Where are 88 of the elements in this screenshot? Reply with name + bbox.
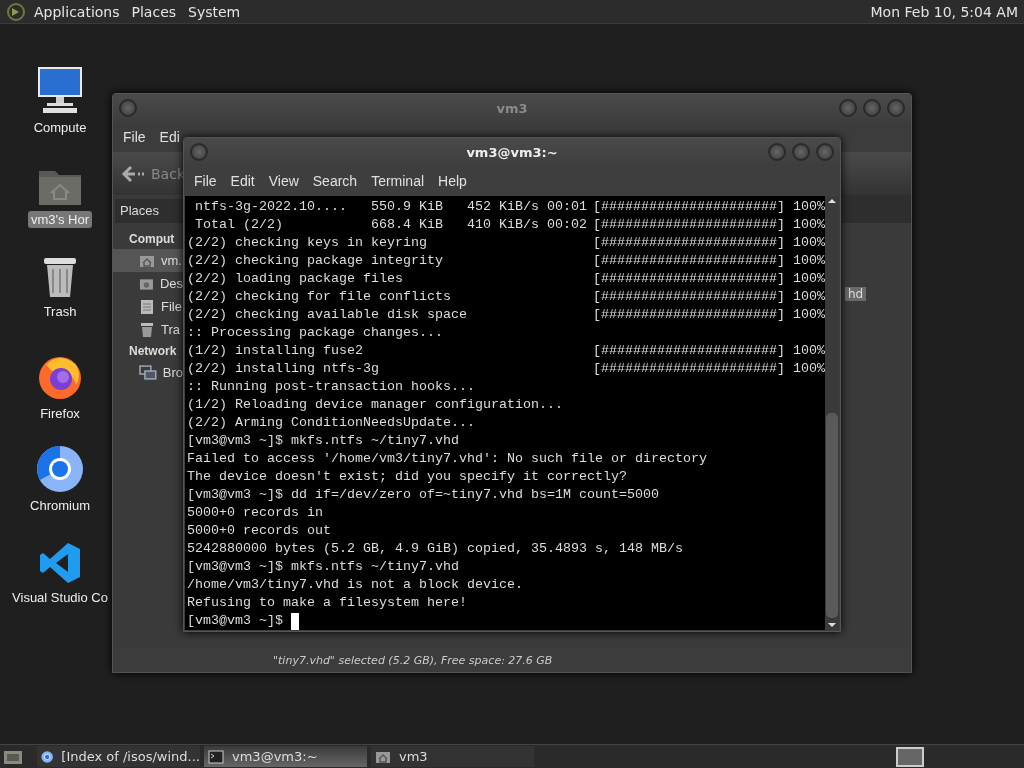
progress-text: [######################] 100% [593, 216, 825, 234]
terminal-line: (2/2) installing ntfs-3g [187, 360, 380, 378]
terminal-line: (2/2) checking package integrity [187, 252, 444, 270]
desktop-icon-label[interactable]: Visual Studio Co [9, 589, 111, 606]
terminal-line: Failed to access '/home/vm3/tiny7.vhd': No such file or directory [187, 450, 707, 468]
code-editor-icon[interactable] [38, 541, 82, 585]
progress-text: [######################] 100% [593, 198, 825, 216]
terminal-line: (1/2) installing fuse2 [187, 342, 364, 360]
taskbar-item[interactable]: vm3 [371, 746, 534, 767]
terminal-line: [vm3@vm3 ~]$ mkfs.ntfs ~/tiny7.vhd [187, 558, 459, 576]
terminal-line: (2/2) Arming ConditionNeedsUpdate... [187, 414, 475, 432]
progress-text: [######################] 100% [593, 252, 825, 270]
sidebar-item[interactable]: Bro [113, 361, 183, 384]
progress-text: [######################] 100% [593, 360, 825, 378]
clock[interactable]: Mon Feb 10, 5:04 AM [870, 3, 1024, 20]
terminal-line: 5000+0 records out [187, 522, 331, 540]
close-button[interactable] [816, 143, 834, 161]
file-name-label[interactable]: hd [845, 287, 867, 301]
progress-text: [######################] 100% [593, 270, 825, 288]
desktop-icon-label[interactable]: vm3's Hor [27, 211, 93, 228]
progress-text: [######################] 100% [593, 288, 825, 306]
close-button[interactable] [887, 99, 905, 117]
menu-item[interactable]: Edi [159, 129, 180, 145]
menu-item[interactable]: File [194, 173, 217, 189]
panel-menu[interactable]: Places [127, 3, 185, 20]
minimize-button[interactable] [839, 99, 857, 117]
window-title: vm3@vm3:~ [466, 144, 558, 160]
terminal-line: /home/vm3/tiny7.vhd is not a block device. [187, 576, 523, 594]
back-arrow-icon [121, 164, 145, 183]
sidebar-item[interactable]: vm. [113, 249, 183, 272]
window-menu-button[interactable] [190, 143, 208, 161]
maximize-button[interactable] [863, 99, 881, 117]
panel-menu[interactable]: System [184, 3, 249, 20]
terminal-line: :: Running post-transaction hooks... [187, 378, 475, 396]
taskbar-item[interactable]: [Index of /isos/wind... [37, 746, 200, 767]
terminal-line: [vm3@vm3 ~]$ dd if=/dev/zero of=~tiny7.vhd bs=1M count=5000 [187, 486, 659, 504]
sidebar-heading: Network [128, 343, 178, 360]
desktop-icon-label[interactable]: Chromium [27, 497, 93, 514]
terminal-line: (2/2) checking for file conflicts [187, 288, 452, 306]
terminal-line: [vm3@vm3 ~]$ [187, 612, 283, 630]
status-text: "tiny7.vhd" selected (5.2 GB), Free space: 27.6 GB [273, 653, 553, 667]
scrollbar-thumb[interactable] [826, 413, 838, 618]
progress-text: [######################] 100% [593, 306, 825, 324]
terminal-line: 5000+0 records in [187, 504, 323, 522]
window-title: vm3 [496, 100, 528, 116]
terminal-line: :: Processing package changes... [187, 324, 443, 342]
terminal-line: 5242880000 bytes (5.2 GB, 4.9 GiB) copied, 35.4893 s, 148 MB/s [187, 540, 683, 558]
trash-icon [139, 321, 155, 338]
terminal-line: (1/2) Reloading device manager configuration... [187, 396, 563, 414]
menu-item[interactable]: File [123, 129, 146, 145]
app-menu-icon[interactable] [6, 1, 26, 22]
terminal-line: Refusing to make a filesystem here! [187, 594, 467, 612]
progress-text: [######################] 100% [593, 342, 825, 360]
network-icon [139, 364, 157, 381]
terminal-line: Total (2/2) 668.4 KiB 410 KiB/s 00:02 [194, 216, 588, 234]
progress-text: [######################] 100% [593, 234, 825, 252]
desktop-icon-label[interactable]: Firefox [37, 405, 83, 422]
terminal-line: ntfs-3g-2022.10.... 550.9 KiB 452 KiB/s 00:01 [194, 198, 588, 216]
terminal-line: The device doesn't exist; did you specify it correctly? [187, 468, 627, 486]
sidebar-item[interactable]: File [113, 295, 183, 318]
terminal-icon [208, 749, 224, 764]
menu-item[interactable]: Help [438, 173, 467, 189]
computer-icon[interactable] [35, 65, 85, 115]
menu-item[interactable]: View [268, 173, 299, 189]
taskbar-item[interactable]: vm3@vm3:~ [204, 746, 367, 767]
chromium-icon[interactable] [36, 445, 84, 493]
sidebar-item[interactable]: Des [113, 272, 183, 295]
menu-item[interactable]: Search [312, 173, 358, 189]
workspace-switcher[interactable] [896, 746, 924, 767]
sidebar-dropdown[interactable]: Places [115, 199, 183, 223]
desktop-icon-label[interactable]: Trash [40, 303, 80, 320]
terminal-line: (2/2) loading package files [187, 270, 404, 288]
trash-icon[interactable] [41, 255, 79, 299]
sidebar-item[interactable]: Tra [113, 318, 183, 341]
panel-menu[interactable]: Applications [30, 3, 128, 20]
menu-item[interactable]: Edit [230, 173, 255, 189]
document-icon [139, 298, 155, 315]
terminal-line: [vm3@vm3 ~]$ mkfs.ntfs ~/tiny7.vhd [187, 432, 459, 450]
sidebar-heading: Comput [128, 231, 176, 248]
terminal-line: (2/2) checking keys in keyring [187, 234, 428, 252]
chromium-icon [41, 748, 54, 765]
terminal-line: (2/2) checking available disk space [187, 306, 468, 324]
minimize-button[interactable] [768, 143, 786, 161]
desktop-icon-label[interactable]: Compute [30, 119, 90, 136]
scrollbar[interactable] [825, 196, 839, 630]
menu-item[interactable]: Terminal [371, 173, 425, 189]
window-menu-button[interactable] [119, 99, 137, 117]
maximize-button[interactable] [792, 143, 810, 161]
